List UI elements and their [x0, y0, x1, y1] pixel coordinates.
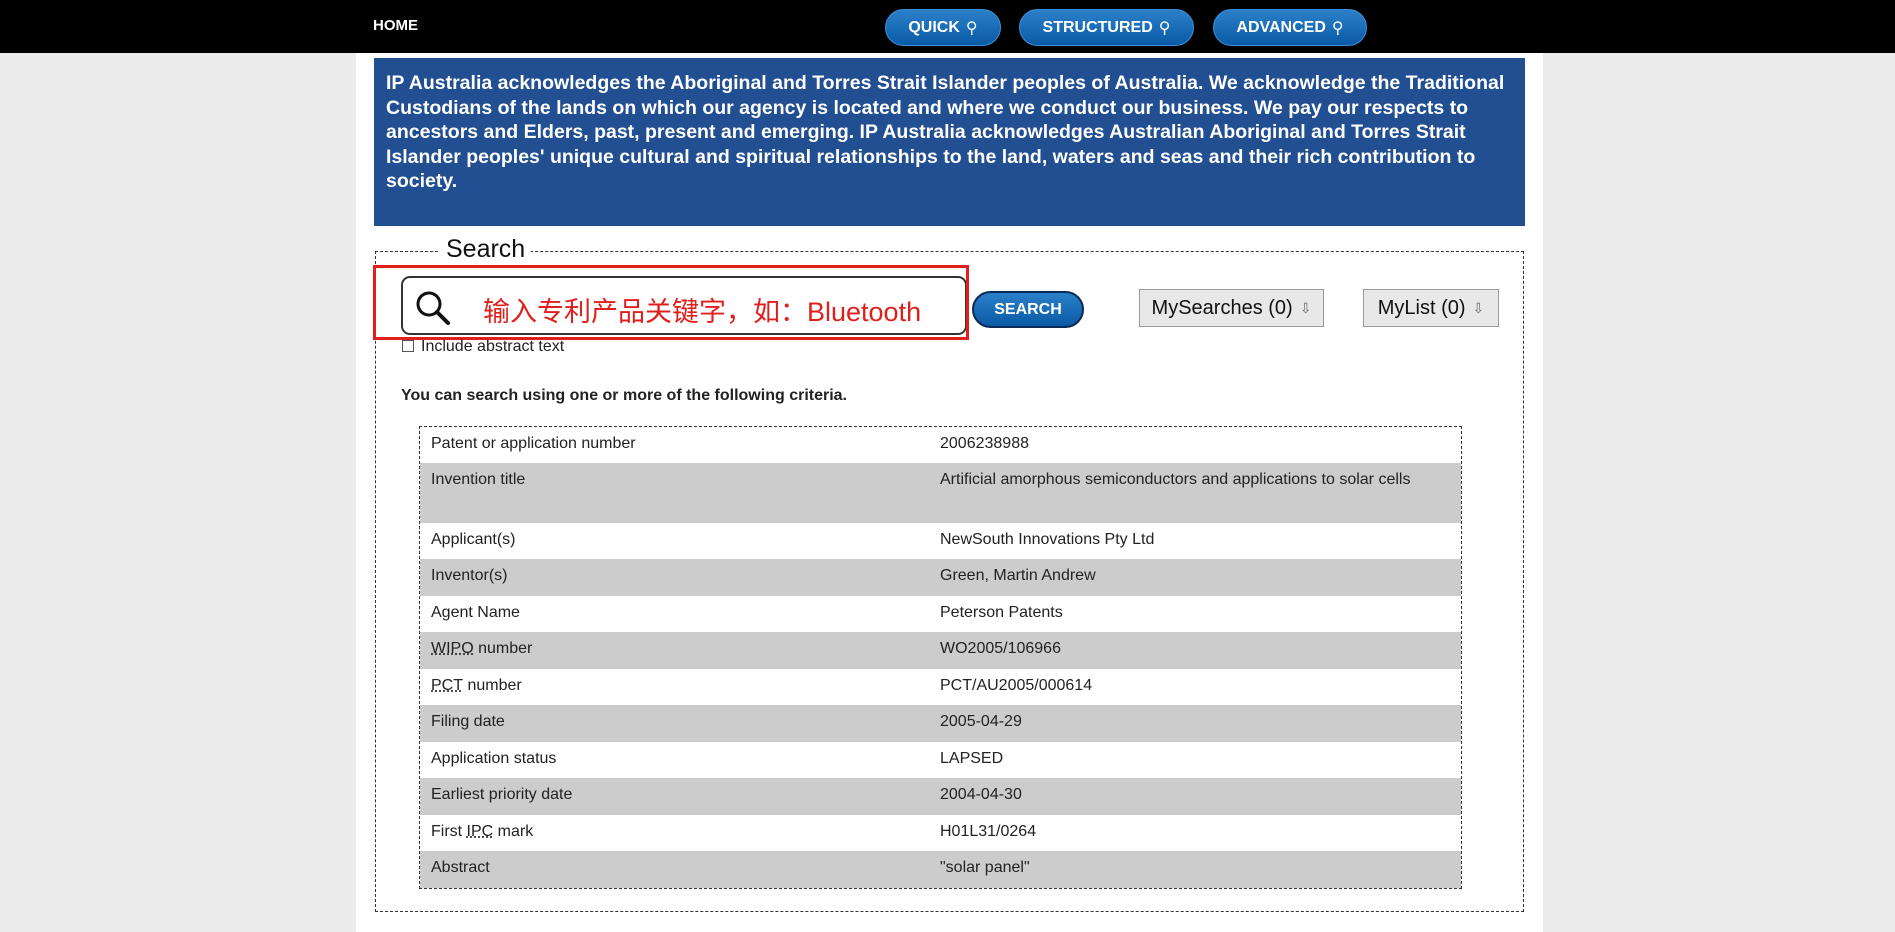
- row-value: Peterson Patents: [940, 604, 1063, 621]
- row-label: Filing date: [431, 713, 505, 730]
- table-row: Filing date 2005-04-29: [420, 705, 1461, 742]
- row-label: Abstract: [431, 859, 490, 876]
- row-label: Inventor(s): [431, 567, 508, 584]
- row-label: PCT number: [420, 669, 940, 705]
- arrow-down-icon: ⇩: [1299, 299, 1312, 316]
- row-value: 2006238988: [940, 435, 1029, 452]
- criteria-intro: You can search using one or more of the …: [401, 387, 847, 404]
- row-value: Green, Martin Andrew: [940, 567, 1096, 584]
- pct-abbr: PCT: [431, 677, 463, 694]
- magnifier-icon: ⚲: [1158, 19, 1171, 37]
- search-button[interactable]: SEARCH: [972, 291, 1084, 328]
- row-value: "solar panel": [940, 859, 1030, 876]
- row-label: Earliest priority date: [431, 786, 573, 803]
- table-row: Abstract "solar panel": [420, 851, 1461, 888]
- magnifier-icon: ⚲: [965, 19, 978, 37]
- row-label-pre: First: [431, 823, 467, 840]
- row-label-rest: mark: [493, 823, 534, 840]
- include-abstract-checkbox[interactable]: [402, 340, 414, 352]
- row-value: Artificial amorphous semiconductors and …: [940, 471, 1411, 488]
- structured-search-button[interactable]: STRUCTURED ⚲: [1019, 9, 1194, 46]
- row-label: Invention title: [431, 471, 526, 488]
- structured-label: STRUCTURED: [1042, 18, 1153, 36]
- ipc-abbr: IPC: [466, 823, 494, 840]
- row-label: First IPC mark: [420, 815, 940, 851]
- table-row: Earliest priority date 2004-04-30: [420, 778, 1461, 815]
- row-value: LAPSED: [940, 750, 1004, 767]
- acknowledgement-banner: IP Australia acknowledges the Aboriginal…: [374, 58, 1525, 226]
- include-abstract-label: Include abstract text: [421, 338, 565, 355]
- row-label: Patent or application number: [431, 435, 636, 452]
- criteria-table: Patent or application number 2006238988 …: [419, 426, 1462, 889]
- wipo-abbr: WIPO: [431, 640, 474, 657]
- table-row: WIPO number WO2005/106966: [420, 632, 1461, 669]
- row-value: 2004-04-30: [940, 786, 1022, 803]
- row-label: Agent Name: [431, 604, 520, 621]
- row-value: H01L31/0264: [940, 823, 1037, 840]
- my-searches-label: MySearches (0): [1151, 296, 1293, 319]
- advanced-search-button[interactable]: ADVANCED ⚲: [1213, 9, 1367, 46]
- table-row: Application status LAPSED: [420, 742, 1461, 778]
- row-value: 2005-04-29: [940, 713, 1022, 730]
- table-row: Agent Name Peterson Patents: [420, 596, 1461, 632]
- row-value: WO2005/106966: [940, 640, 1061, 657]
- home-link[interactable]: HOME: [373, 17, 418, 34]
- row-value: NewSouth Innovations Pty Ltd: [940, 531, 1155, 548]
- row-label: Application status: [431, 750, 557, 767]
- table-row: Applicant(s) NewSouth Innovations Pty Lt…: [420, 523, 1461, 559]
- my-list-label: MyList (0): [1377, 296, 1466, 319]
- quick-search-button[interactable]: QUICK ⚲: [885, 9, 1001, 46]
- row-label: Applicant(s): [431, 531, 516, 548]
- table-row: Patent or application number 2006238988: [420, 427, 1461, 463]
- row-label: WIPO number: [420, 632, 940, 669]
- table-row: First IPC mark H01L31/0264: [420, 815, 1461, 851]
- table-row: Inventor(s) Green, Martin Andrew: [420, 559, 1461, 596]
- my-list-button[interactable]: MyList (0) ⇩: [1363, 289, 1499, 327]
- advanced-label: ADVANCED: [1236, 18, 1326, 36]
- magnifier-icon: ⚲: [1331, 19, 1344, 37]
- row-value: PCT/AU2005/000614: [940, 677, 1093, 694]
- my-searches-button[interactable]: MySearches (0) ⇩: [1139, 289, 1324, 327]
- quick-label: QUICK: [908, 18, 960, 36]
- search-legend: Search: [440, 235, 532, 264]
- row-label-rest: number: [473, 640, 533, 657]
- row-label-rest: number: [463, 677, 522, 694]
- table-row: Invention title Artificial amorphous sem…: [420, 463, 1461, 523]
- table-row: PCT number PCT/AU2005/000614: [420, 669, 1461, 705]
- highlight-box: [373, 265, 969, 340]
- arrow-down-icon: ⇩: [1472, 299, 1485, 316]
